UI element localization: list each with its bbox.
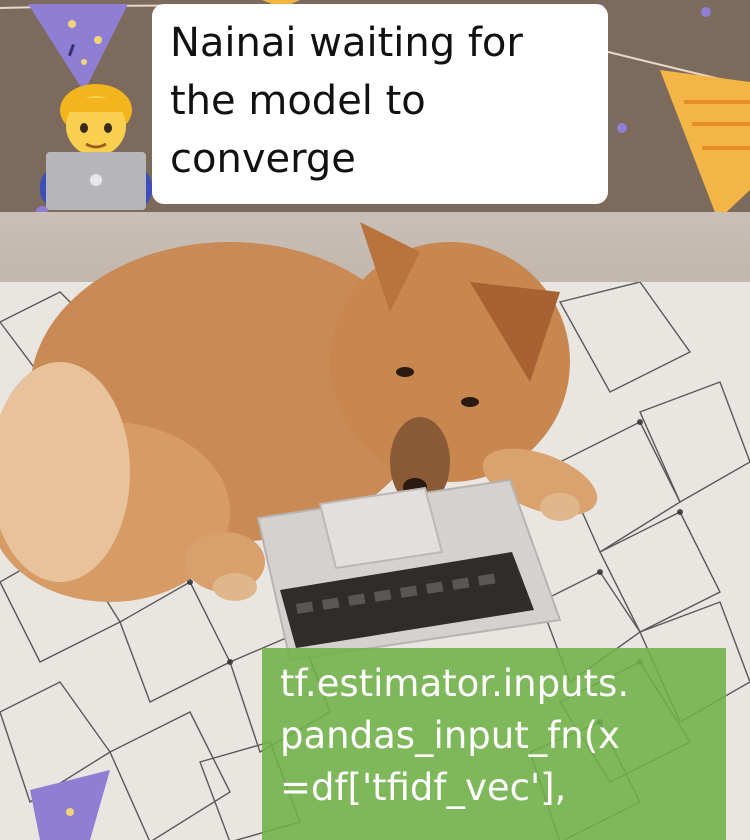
party-bunting-icon [30,770,110,840]
caption-top-line: converge [170,136,356,182]
caption-code-line: pandas_input_fn(x [280,714,621,757]
caption-top: Nainai waiting for the model to converge [152,4,608,204]
caption-code-line: =df['tfidf_vec'], [280,766,567,809]
caption-code: tf.estimator.inputs. pandas_input_fn(x =… [262,648,726,840]
caption-top-line: Nainai waiting for [170,20,523,66]
man-technologist-icon [40,84,152,210]
caption-code-line: tf.estimator.inputs. [280,662,630,705]
caption-top-line: the model to [170,78,426,124]
